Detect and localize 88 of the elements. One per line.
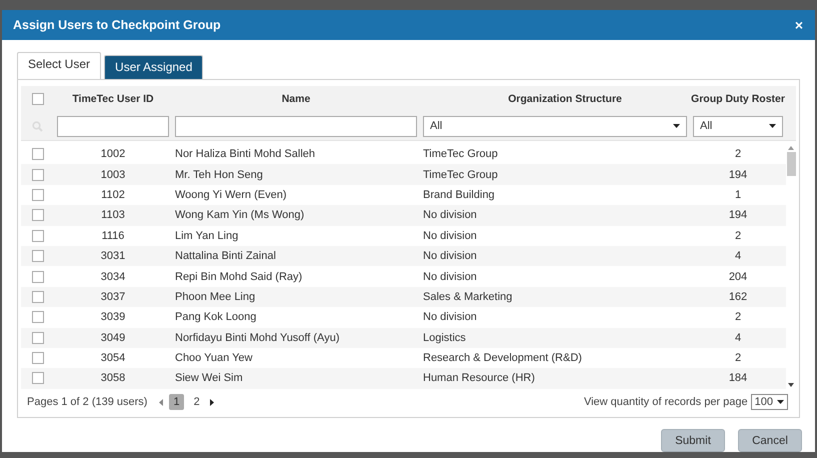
table-cell-text: 1103 bbox=[100, 209, 126, 222]
table-cell-text: 2 bbox=[734, 311, 742, 324]
tab[interactable]: Select User bbox=[17, 52, 102, 79]
next-page-icon[interactable] bbox=[210, 398, 214, 406]
table-cell-text: Norfidayu Binti Mohd Yusoff (Ayu) bbox=[174, 332, 340, 344]
table-cell-text: Brand Building bbox=[422, 188, 496, 201]
table-cell-text: Pang Kok Loong bbox=[174, 311, 258, 324]
scroll-down-icon[interactable] bbox=[788, 383, 794, 387]
table-cell-text: 194 bbox=[728, 209, 748, 222]
table-cell-text: Mr. Teh Hon Seng bbox=[174, 168, 264, 181]
table-cell-text: Logistics bbox=[422, 332, 467, 344]
table-cell-text: Lim Yan Ling bbox=[174, 230, 240, 242]
checkbox[interactable] bbox=[32, 332, 44, 344]
table-cell-text: 3039 bbox=[100, 311, 126, 324]
checkbox[interactable] bbox=[32, 168, 44, 181]
table-cell-text: Research & Development (R&D) bbox=[422, 352, 583, 364]
per-page-dropdown[interactable]: 100 bbox=[750, 394, 788, 410]
per-page-label: View quantity of records per page bbox=[584, 396, 748, 408]
table-cell-text: No division bbox=[422, 270, 478, 283]
table-cell-text: 204 bbox=[728, 270, 748, 283]
page-number[interactable]: 1 bbox=[169, 394, 184, 410]
table-cell-text: 2 bbox=[734, 230, 742, 242]
table-cell-text: No division bbox=[422, 311, 478, 324]
table-cell-text: 4 bbox=[734, 332, 742, 344]
caret-icon bbox=[769, 124, 776, 128]
table-cell-text: 3034 bbox=[100, 270, 126, 283]
close-button[interactable]: × bbox=[794, 17, 803, 33]
filter-field[interactable] bbox=[175, 116, 417, 136]
checkbox[interactable] bbox=[32, 209, 44, 222]
table-cell-text: Nattalina Binti Zainal bbox=[174, 250, 277, 262]
checkbox[interactable] bbox=[32, 93, 44, 105]
table-cell-text: 162 bbox=[728, 290, 748, 303]
column-header[interactable]: Name bbox=[172, 93, 420, 105]
table-cell-text: Repi Bin Mohd Said (Ray) bbox=[174, 270, 304, 283]
table-cell-text: Nor Haliza Binti Mohd Salleh bbox=[174, 148, 316, 160]
table-cell-text: No division bbox=[422, 230, 478, 242]
table-cell-text: Phoon Mee Ling bbox=[174, 290, 256, 303]
page-number[interactable]: 2 bbox=[190, 394, 204, 410]
table-cell-text: Sales & Marketing bbox=[422, 290, 514, 303]
previous-page-icon[interactable] bbox=[159, 398, 164, 406]
table-cell-text: 1 bbox=[734, 188, 742, 201]
table-cell-text: Siew Wei Sim bbox=[174, 372, 244, 384]
checkbox[interactable] bbox=[32, 230, 44, 242]
page-summary: Pages 1 of 2 (139 users) bbox=[27, 396, 148, 408]
table-cell-text: 194 bbox=[728, 168, 748, 181]
checkbox[interactable] bbox=[32, 311, 44, 324]
checkbox[interactable] bbox=[32, 188, 44, 201]
table-cell-text: 4 bbox=[734, 250, 742, 262]
checkbox[interactable] bbox=[32, 148, 44, 160]
checkbox[interactable] bbox=[32, 372, 44, 384]
table-cell-text: 3049 bbox=[100, 332, 126, 344]
table-cell-text: 184 bbox=[728, 372, 748, 384]
dialog-button[interactable]: Submit bbox=[661, 429, 725, 452]
table-cell-text: 2 bbox=[734, 148, 742, 160]
table-cell-text: Wong Kam Yin (Ms Wong) bbox=[174, 209, 306, 222]
table-cell-text: 3054 bbox=[100, 352, 126, 364]
dialog-title: Assign Users to Checkpoint Group bbox=[13, 18, 221, 32]
table-cell-text: Human Resource (HR) bbox=[422, 372, 536, 384]
scroll-up-icon[interactable] bbox=[788, 146, 794, 150]
checkbox[interactable] bbox=[32, 352, 44, 364]
table-cell-text: 1002 bbox=[100, 148, 126, 160]
table-cell-text: TimeTec Group bbox=[422, 168, 499, 181]
filter-dropdown[interactable]: All bbox=[693, 116, 783, 136]
filter-dropdown[interactable]: All bbox=[423, 116, 687, 136]
table-cell-text: TimeTec Group bbox=[422, 148, 499, 160]
scrollbar-thumb[interactable] bbox=[786, 152, 796, 176]
table-cell-text: No division bbox=[422, 250, 478, 262]
checkbox[interactable] bbox=[32, 250, 44, 262]
table-cell-text: 2 bbox=[734, 352, 742, 364]
tab[interactable]: User Assigned bbox=[104, 55, 204, 79]
table-cell-text: 1003 bbox=[100, 168, 126, 181]
table-cell-text: 3037 bbox=[100, 290, 126, 303]
filter-field[interactable] bbox=[57, 116, 169, 136]
checkbox[interactable] bbox=[32, 270, 44, 283]
caret-icon bbox=[673, 124, 680, 128]
caret-icon bbox=[777, 400, 784, 404]
column-header[interactable]: Group Duty Roster bbox=[690, 93, 786, 105]
table-cell-text: 1102 bbox=[100, 188, 126, 201]
table-cell-text: 1116 bbox=[100, 230, 126, 242]
column-header[interactable]: TimeTec User ID bbox=[54, 93, 172, 105]
table-cell-text: 3031 bbox=[100, 250, 126, 262]
table-cell-text: 3058 bbox=[100, 372, 126, 384]
column-header[interactable]: Organization Structure bbox=[420, 93, 690, 105]
table-cell-text: Choo Yuan Yew bbox=[174, 352, 254, 364]
table-cell-text: Woong Yi Wern (Even) bbox=[174, 188, 288, 201]
table-cell-text: No division bbox=[422, 209, 478, 222]
dialog-button[interactable]: Cancel bbox=[738, 429, 802, 452]
checkbox[interactable] bbox=[32, 290, 44, 303]
